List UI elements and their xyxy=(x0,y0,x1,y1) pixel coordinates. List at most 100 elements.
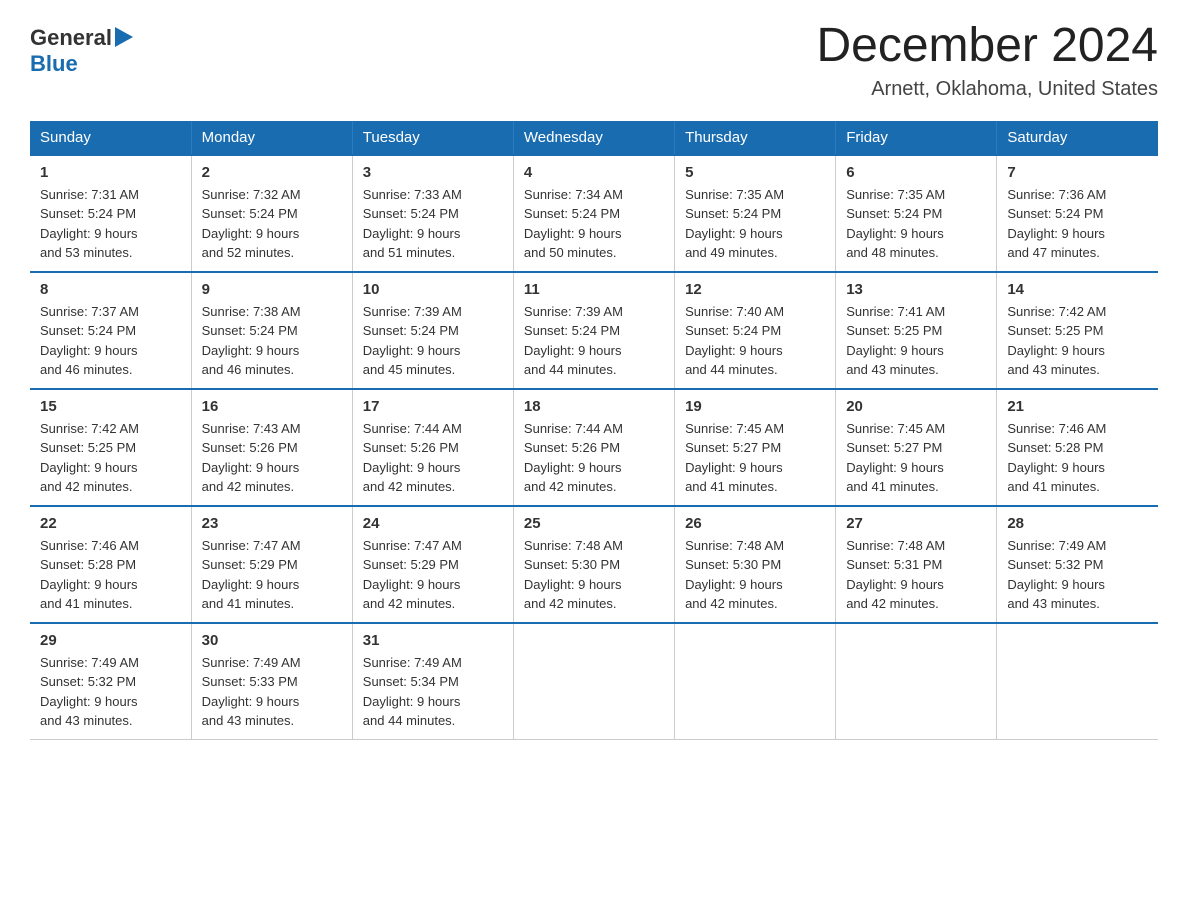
calendar-cell: 18 Sunrise: 7:44 AMSunset: 5:26 PMDayligh… xyxy=(513,389,674,506)
day-number: 15 xyxy=(40,398,181,415)
calendar-cell: 30 Sunrise: 7:49 AMSunset: 5:33 PMDayligh… xyxy=(191,623,352,740)
day-number: 22 xyxy=(40,515,181,532)
calendar-cell: 4Sunrise: 7:34 AMSunset: 5:24 PMDaylight… xyxy=(513,155,674,272)
day-number: 31 xyxy=(363,632,503,649)
calendar-title: December 2024 xyxy=(816,20,1158,73)
calendar-cell: 10 Sunrise: 7:39 AMSunset: 5:24 PMDayligh… xyxy=(352,272,513,389)
day-number: 12 xyxy=(685,281,825,298)
calendar-cell: 22 Sunrise: 7:46 AMSunset: 5:28 PMDayligh… xyxy=(30,506,191,623)
header-tuesday: Tuesday xyxy=(352,121,513,155)
calendar-cell: 6 Sunrise: 7:35 AMSunset: 5:24 PMDaylight… xyxy=(836,155,997,272)
day-number: 8 xyxy=(40,281,181,298)
header-wednesday: Wednesday xyxy=(513,121,674,155)
day-info: Sunrise: 7:39 AMSunset: 5:24 PMDaylight:… xyxy=(363,302,503,380)
logo-arrow-icon xyxy=(115,27,133,47)
day-number: 2 xyxy=(202,164,342,181)
calendar-cell: 5 Sunrise: 7:35 AMSunset: 5:24 PMDaylight… xyxy=(675,155,836,272)
day-info: Sunrise: 7:47 AMSunset: 5:29 PMDaylight:… xyxy=(202,536,342,614)
day-number: 1 xyxy=(40,164,181,181)
logo-general-text: General xyxy=(30,26,112,50)
day-number: 23 xyxy=(202,515,342,532)
calendar-cell: 31 Sunrise: 7:49 AMSunset: 5:34 PMDayligh… xyxy=(352,623,513,740)
day-number: 3 xyxy=(363,164,503,181)
day-info: Sunrise: 7:31 AMSunset: 5:24 PMDaylight:… xyxy=(40,185,181,263)
calendar-week-row: 29 Sunrise: 7:49 AMSunset: 5:32 PMDayligh… xyxy=(30,623,1158,740)
day-number: 16 xyxy=(202,398,342,415)
calendar-cell: 27Sunrise: 7:48 AMSunset: 5:31 PMDayligh… xyxy=(836,506,997,623)
calendar-cell: 3 Sunrise: 7:33 AMSunset: 5:24 PMDaylight… xyxy=(352,155,513,272)
day-info: Sunrise: 7:37 AMSunset: 5:24 PMDaylight:… xyxy=(40,302,181,380)
day-info: Sunrise: 7:32 AMSunset: 5:24 PMDaylight:… xyxy=(202,185,342,263)
day-info: Sunrise: 7:45 AMSunset: 5:27 PMDaylight:… xyxy=(685,419,825,497)
calendar-cell: 15 Sunrise: 7:42 AMSunset: 5:25 PMDayligh… xyxy=(30,389,191,506)
day-number: 25 xyxy=(524,515,664,532)
calendar-cell: 26 Sunrise: 7:48 AMSunset: 5:30 PMDayligh… xyxy=(675,506,836,623)
calendar-cell xyxy=(513,623,674,740)
day-info: Sunrise: 7:47 AMSunset: 5:29 PMDaylight:… xyxy=(363,536,503,614)
day-info: Sunrise: 7:49 AMSunset: 5:32 PMDaylight:… xyxy=(40,653,181,731)
day-info: Sunrise: 7:36 AMSunset: 5:24 PMDaylight:… xyxy=(1007,185,1148,263)
day-info: Sunrise: 7:35 AMSunset: 5:24 PMDaylight:… xyxy=(685,185,825,263)
calendar-cell: 1 Sunrise: 7:31 AMSunset: 5:24 PMDaylight… xyxy=(30,155,191,272)
calendar-cell: 23 Sunrise: 7:47 AMSunset: 5:29 PMDayligh… xyxy=(191,506,352,623)
day-number: 26 xyxy=(685,515,825,532)
day-info: Sunrise: 7:48 AMSunset: 5:30 PMDaylight:… xyxy=(685,536,825,614)
day-number: 5 xyxy=(685,164,825,181)
calendar-cell: 19 Sunrise: 7:45 AMSunset: 5:27 PMDayligh… xyxy=(675,389,836,506)
calendar-cell xyxy=(836,623,997,740)
day-info: Sunrise: 7:33 AMSunset: 5:24 PMDaylight:… xyxy=(363,185,503,263)
day-number: 20 xyxy=(846,398,986,415)
day-info: Sunrise: 7:44 AMSunset: 5:26 PMDaylight:… xyxy=(363,419,503,497)
calendar-week-row: 1 Sunrise: 7:31 AMSunset: 5:24 PMDaylight… xyxy=(30,155,1158,272)
day-number: 7 xyxy=(1007,164,1148,181)
day-number: 28 xyxy=(1007,515,1148,532)
logo: General Blue xyxy=(30,25,133,76)
day-number: 13 xyxy=(846,281,986,298)
day-number: 18 xyxy=(524,398,664,415)
day-info: Sunrise: 7:39 AMSunset: 5:24 PMDaylight:… xyxy=(524,302,664,380)
calendar-cell: 12 Sunrise: 7:40 AMSunset: 5:24 PMDayligh… xyxy=(675,272,836,389)
calendar-body: 1 Sunrise: 7:31 AMSunset: 5:24 PMDaylight… xyxy=(30,155,1158,740)
calendar-cell: 7 Sunrise: 7:36 AMSunset: 5:24 PMDaylight… xyxy=(997,155,1158,272)
day-number: 30 xyxy=(202,632,342,649)
day-number: 11 xyxy=(524,281,664,298)
day-info: Sunrise: 7:44 AMSunset: 5:26 PMDaylight:… xyxy=(524,419,664,497)
calendar-cell: 24Sunrise: 7:47 AMSunset: 5:29 PMDayligh… xyxy=(352,506,513,623)
calendar-week-row: 22 Sunrise: 7:46 AMSunset: 5:28 PMDayligh… xyxy=(30,506,1158,623)
day-number: 10 xyxy=(363,281,503,298)
day-info: Sunrise: 7:35 AMSunset: 5:24 PMDaylight:… xyxy=(846,185,986,263)
day-info: Sunrise: 7:40 AMSunset: 5:24 PMDaylight:… xyxy=(685,302,825,380)
day-info: Sunrise: 7:38 AMSunset: 5:24 PMDaylight:… xyxy=(202,302,342,380)
day-info: Sunrise: 7:49 AMSunset: 5:32 PMDaylight:… xyxy=(1007,536,1148,614)
day-info: Sunrise: 7:45 AMSunset: 5:27 PMDaylight:… xyxy=(846,419,986,497)
calendar-cell: 16 Sunrise: 7:43 AMSunset: 5:26 PMDayligh… xyxy=(191,389,352,506)
header-sunday: Sunday xyxy=(30,121,191,155)
calendar-cell: 2 Sunrise: 7:32 AMSunset: 5:24 PMDaylight… xyxy=(191,155,352,272)
day-info: Sunrise: 7:46 AMSunset: 5:28 PMDaylight:… xyxy=(40,536,181,614)
calendar-cell: 13 Sunrise: 7:41 AMSunset: 5:25 PMDayligh… xyxy=(836,272,997,389)
day-info: Sunrise: 7:42 AMSunset: 5:25 PMDaylight:… xyxy=(1007,302,1148,380)
calendar-cell: 29 Sunrise: 7:49 AMSunset: 5:32 PMDayligh… xyxy=(30,623,191,740)
title-section: December 2024 Arnett, Oklahoma, United S… xyxy=(816,20,1158,101)
calendar-cell: 21Sunrise: 7:46 AMSunset: 5:28 PMDayligh… xyxy=(997,389,1158,506)
day-info: Sunrise: 7:48 AMSunset: 5:30 PMDaylight:… xyxy=(524,536,664,614)
day-info: Sunrise: 7:49 AMSunset: 5:34 PMDaylight:… xyxy=(363,653,503,731)
day-info: Sunrise: 7:42 AMSunset: 5:25 PMDaylight:… xyxy=(40,419,181,497)
day-number: 29 xyxy=(40,632,181,649)
day-number: 19 xyxy=(685,398,825,415)
day-info: Sunrise: 7:43 AMSunset: 5:26 PMDaylight:… xyxy=(202,419,342,497)
calendar-cell: 11 Sunrise: 7:39 AMSunset: 5:24 PMDayligh… xyxy=(513,272,674,389)
calendar-cell: 17 Sunrise: 7:44 AMSunset: 5:26 PMDayligh… xyxy=(352,389,513,506)
day-number: 17 xyxy=(363,398,503,415)
logo-blue-text: Blue xyxy=(30,51,78,76)
calendar-header-row: Sunday Monday Tuesday Wednesday Thursday… xyxy=(30,121,1158,155)
calendar-cell: 25 Sunrise: 7:48 AMSunset: 5:30 PMDayligh… xyxy=(513,506,674,623)
calendar-cell: 20 Sunrise: 7:45 AMSunset: 5:27 PMDayligh… xyxy=(836,389,997,506)
day-info: Sunrise: 7:49 AMSunset: 5:33 PMDaylight:… xyxy=(202,653,342,731)
day-number: 27 xyxy=(846,515,986,532)
calendar-subtitle: Arnett, Oklahoma, United States xyxy=(816,78,1158,101)
day-info: Sunrise: 7:41 AMSunset: 5:25 PMDaylight:… xyxy=(846,302,986,380)
calendar-week-row: 8 Sunrise: 7:37 AMSunset: 5:24 PMDaylight… xyxy=(30,272,1158,389)
calendar-cell: 9Sunrise: 7:38 AMSunset: 5:24 PMDaylight… xyxy=(191,272,352,389)
day-number: 6 xyxy=(846,164,986,181)
